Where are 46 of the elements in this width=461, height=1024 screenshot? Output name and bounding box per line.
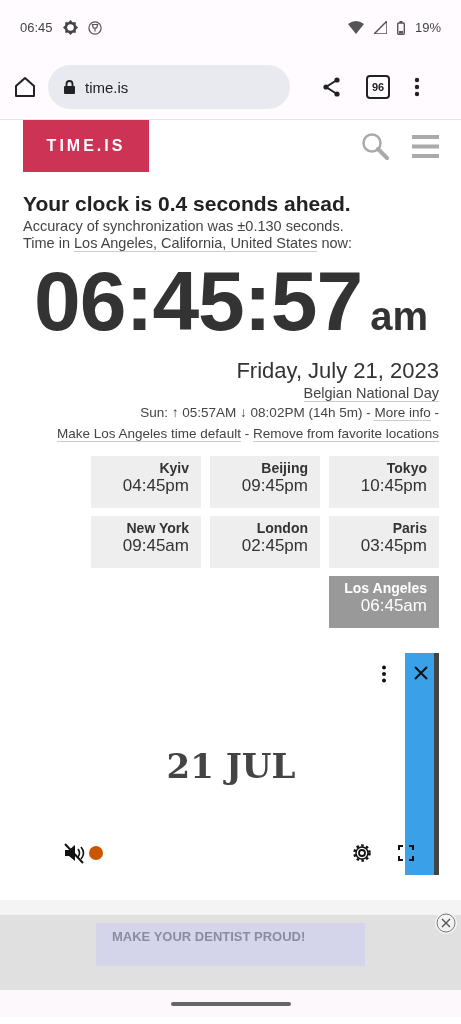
share-icon[interactable] xyxy=(322,77,342,97)
site-logo[interactable]: TIME.IS xyxy=(23,120,149,172)
close-icon[interactable] xyxy=(414,666,428,680)
sun-times: Sun: ↑ 05:57AM ↓ 08:02PM (14h 5m) xyxy=(140,405,363,420)
gesture-handle[interactable] xyxy=(170,1001,291,1006)
separator: - xyxy=(366,405,371,420)
lock-icon xyxy=(64,80,75,94)
menu-icon[interactable] xyxy=(414,77,420,97)
accuracy-text: Accuracy of synchronization was ±0.130 seconds. xyxy=(23,218,345,234)
action-link[interactable]: Remove from favorite locations xyxy=(252,426,439,442)
action-link[interactable]: More info xyxy=(374,405,431,421)
city-clock-card[interactable]: London 02:45pm xyxy=(210,516,320,568)
brightness-icon xyxy=(62,20,78,35)
status-dot xyxy=(89,846,103,860)
address-bar[interactable]: time.is xyxy=(48,65,290,109)
muted-speaker-icon[interactable] xyxy=(63,842,85,864)
separator: - xyxy=(434,405,439,420)
fullscreen-icon[interactable] xyxy=(398,845,414,861)
close-icon[interactable] xyxy=(435,912,457,934)
tab-count-button[interactable]: 96 xyxy=(366,75,390,99)
current-time: 06:45:57 xyxy=(33,253,363,350)
settings-icon[interactable] xyxy=(352,843,372,863)
separator: - xyxy=(244,426,250,441)
current-date: Friday, July 21, 2023 xyxy=(236,358,439,383)
city-clock-card[interactable]: Tokyo 10:45pm xyxy=(329,456,439,508)
cup-icon xyxy=(87,20,102,35)
status-time: 06:45 xyxy=(20,20,53,35)
video-caption: 21 JUL xyxy=(166,745,296,786)
battery-icon xyxy=(396,20,405,35)
more-icon[interactable] xyxy=(381,665,387,683)
location-link[interactable]: Los Angeles, California, United States xyxy=(74,235,318,252)
clock-offset-heading: Your clock is 0.4 seconds ahead. xyxy=(23,192,352,216)
holiday-link[interactable]: Belgian National Day xyxy=(303,385,439,402)
city-clock-card[interactable]: New York 09:45am xyxy=(91,516,201,568)
location-label: Time in xyxy=(23,235,70,251)
location-label: now: xyxy=(321,235,353,251)
wifi-icon xyxy=(347,21,364,34)
city-clock-card[interactable]: Paris 03:45pm xyxy=(329,516,439,568)
video-ad[interactable]: 21 JUL xyxy=(23,653,439,878)
city-clock-card[interactable]: Beijing 09:45pm xyxy=(210,456,320,508)
signal-icon xyxy=(373,21,387,34)
battery-level: 19% xyxy=(414,20,441,35)
time-period: am xyxy=(370,294,429,339)
home-icon[interactable] xyxy=(14,76,36,98)
city-clock-card[interactable]: Kyiv 04:45pm xyxy=(91,456,201,508)
action-link[interactable]: Make Los Angeles time default xyxy=(57,426,241,442)
